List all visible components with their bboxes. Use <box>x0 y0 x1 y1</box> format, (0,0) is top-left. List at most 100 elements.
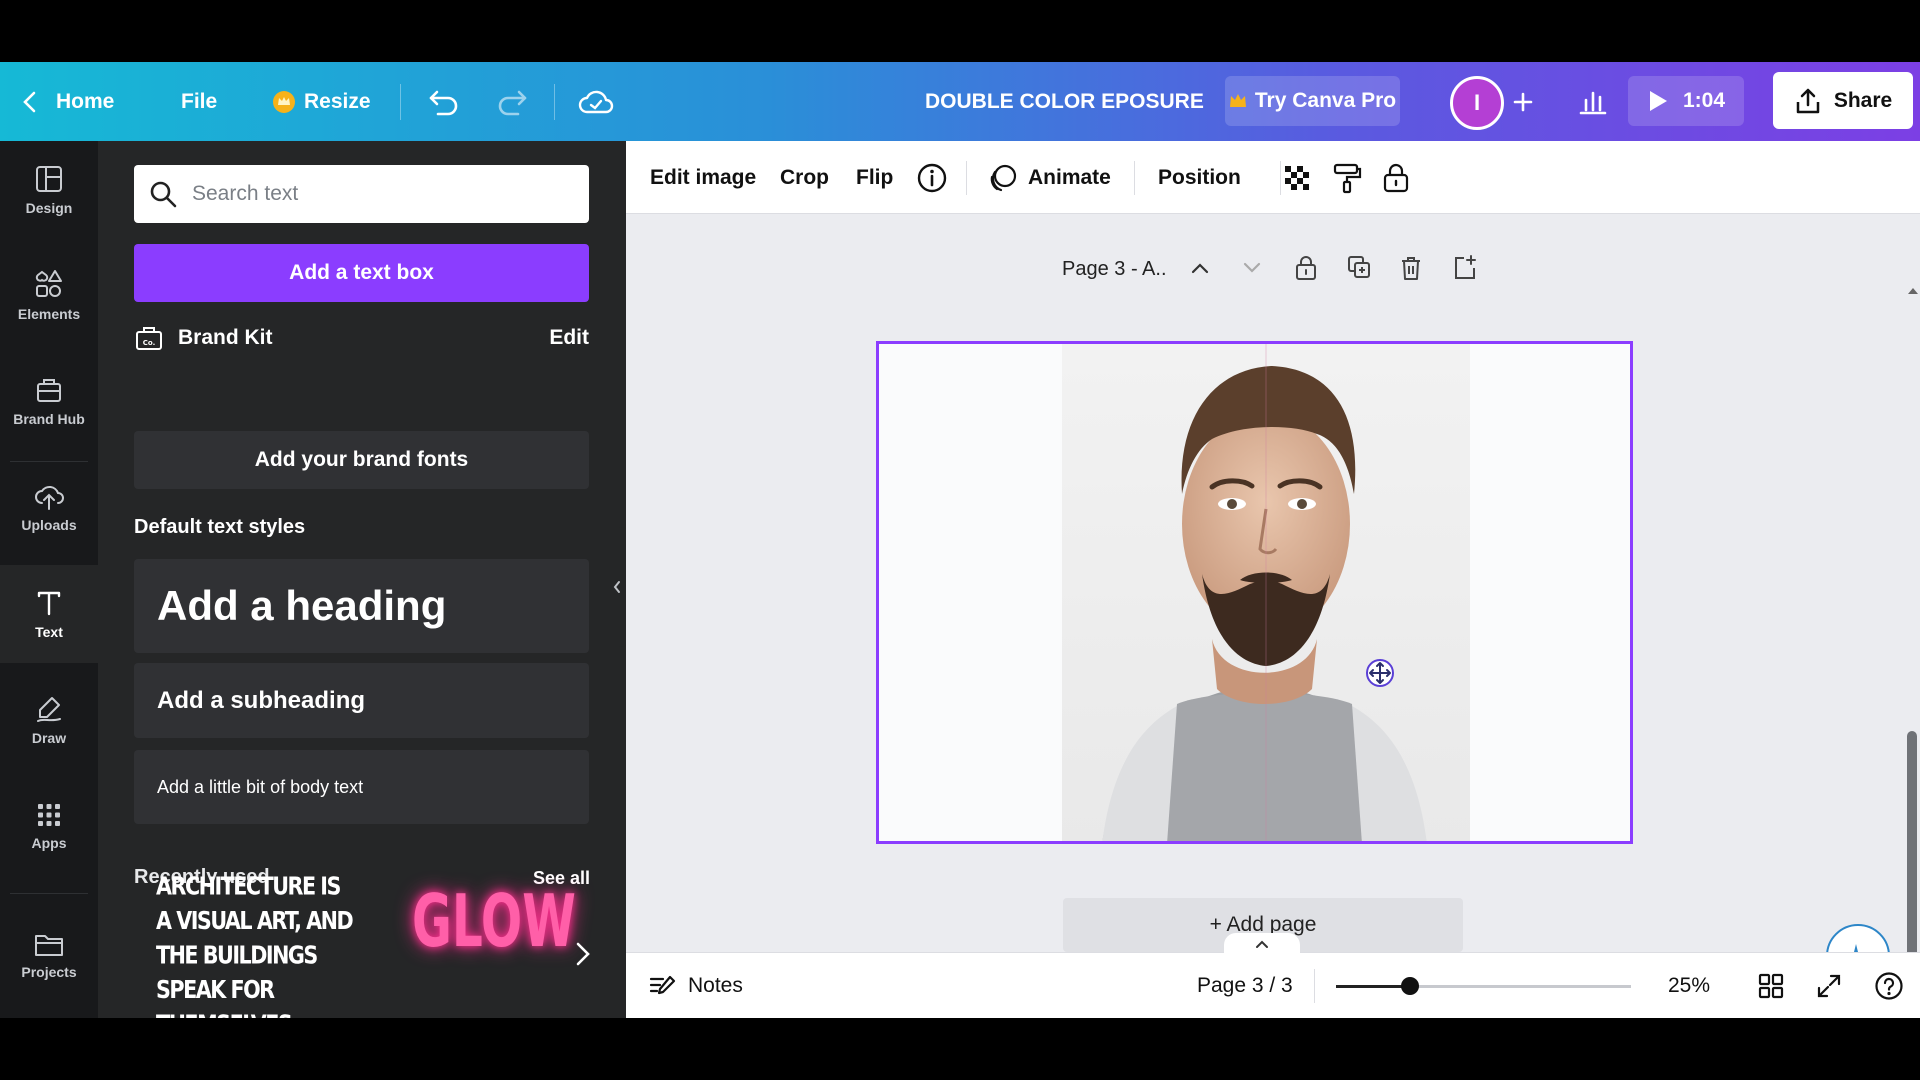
brand-kit-edit-link[interactable]: Edit <box>549 326 589 350</box>
rail-item-uploads[interactable]: Uploads <box>0 458 98 556</box>
body-text-label: Add a little bit of body text <box>157 776 364 797</box>
grid-view-icon <box>1758 973 1784 999</box>
divider <box>1314 969 1315 1003</box>
page-title-label[interactable]: Page 3 - A.. <box>1062 258 1167 281</box>
info-icon <box>917 163 947 192</box>
document-title[interactable]: DOUBLE COLOR EPOSURE <box>925 62 1204 141</box>
info-button[interactable] <box>916 141 948 214</box>
scroll-up-arrow[interactable] <box>1907 283 1919 301</box>
divider <box>554 84 555 120</box>
letterbox-bottom <box>0 1018 1920 1080</box>
crop-button[interactable]: Crop <box>780 141 829 214</box>
redo-icon <box>498 90 527 115</box>
page-move-down-button[interactable] <box>1240 256 1264 285</box>
notes-button[interactable]: Notes <box>648 953 743 1018</box>
rail-label: Projects <box>21 964 77 980</box>
present-button[interactable]: 1:04 <box>1628 76 1744 126</box>
fullscreen-button[interactable] <box>1816 953 1842 1018</box>
rail-item-design[interactable]: Design <box>0 141 98 239</box>
crown-icon <box>1229 94 1246 107</box>
canvas-area: Edit image Crop Flip Animate Position Pa… <box>626 141 1920 1018</box>
edit-image-button[interactable]: Edit image <box>650 141 756 214</box>
file-menu[interactable]: File <box>181 62 217 141</box>
vertical-scrollbar[interactable] <box>1907 731 1917 971</box>
divider <box>1134 161 1135 195</box>
zoom-slider-handle[interactable] <box>1401 977 1419 995</box>
portrait-image[interactable] <box>1062 344 1470 841</box>
cloud-upload-icon <box>35 486 64 510</box>
portrait-man-illustration <box>1102 344 1427 841</box>
edit-image-label: Edit image <box>650 165 757 189</box>
rail-item-elements[interactable]: Elements <box>0 246 98 344</box>
rail-label: Draw <box>31 730 67 746</box>
search-text-input[interactable]: Search text <box>134 165 589 223</box>
share-button[interactable]: Share <box>1773 72 1913 129</box>
page-duplicate-button[interactable] <box>1346 254 1372 285</box>
file-label: File <box>181 89 218 113</box>
heading-label: Add a heading <box>157 582 447 629</box>
rail-label: Uploads <box>21 517 77 533</box>
resize-button[interactable]: Resize <box>272 62 371 141</box>
analytics-button[interactable] <box>1578 62 1608 141</box>
play-icon <box>1649 91 1667 111</box>
divider <box>1280 161 1281 195</box>
pen-icon <box>37 697 61 722</box>
add-text-box-label: Add a text box <box>289 261 434 284</box>
page-add-button[interactable] <box>1452 253 1478 286</box>
undo-button[interactable] <box>428 62 460 141</box>
page-move-up-button[interactable] <box>1188 256 1212 285</box>
page-indicator[interactable]: Page 3 / 3 <box>1197 953 1293 1018</box>
animate-button[interactable]: Animate <box>988 141 1111 214</box>
undo-icon <box>429 90 458 115</box>
redo-button[interactable] <box>496 62 528 141</box>
flip-button[interactable]: Flip <box>856 141 893 214</box>
chevron-up-icon <box>1191 263 1209 274</box>
add-brand-fonts-button[interactable]: Add your brand fonts <box>134 431 589 489</box>
zoom-percent-button[interactable]: 25% <box>1668 953 1710 1018</box>
rail-label: Apps <box>31 835 67 851</box>
context-toolbar: Edit image Crop Flip Animate Position <box>626 141 1920 214</box>
page-delete-button[interactable] <box>1399 254 1423 287</box>
divider <box>966 161 967 195</box>
lock-icon <box>1296 256 1316 280</box>
rail-item-brand-hub[interactable]: Brand Hub <box>0 352 98 450</box>
briefcase-icon <box>37 379 61 402</box>
lock-button[interactable] <box>1382 141 1410 214</box>
cloud-check-icon <box>578 90 614 113</box>
add-subheading-button[interactable]: Add a subheading <box>134 663 589 738</box>
divider <box>10 893 88 894</box>
recent-text-architecture[interactable]: ARCHITECTURE IS A VISUAL ART, AND THE BU… <box>156 870 356 1018</box>
add-body-text-button[interactable]: Add a little bit of body text <box>134 750 589 824</box>
grid-view-button[interactable] <box>1758 953 1784 1018</box>
document-title-text: DOUBLE COLOR EPOSURE <box>925 89 1204 113</box>
transparency-button[interactable] <box>1282 141 1312 214</box>
notes-label: Notes <box>688 974 743 997</box>
rail-item-text[interactable]: Text <box>0 565 98 663</box>
design-page[interactable] <box>876 341 1633 844</box>
avatar[interactable]: I <box>1450 76 1504 130</box>
home-button[interactable]: Home <box>22 62 114 141</box>
rail-item-projects[interactable]: Projects <box>0 906 98 1004</box>
transparency-icon <box>1285 165 1309 190</box>
help-button[interactable] <box>1874 953 1904 1018</box>
move-handle[interactable] <box>1365 658 1395 693</box>
zoom-slider[interactable] <box>1336 977 1631 995</box>
add-text-box-button[interactable]: Add a text box <box>134 244 589 302</box>
duplicate-icon <box>1348 256 1370 278</box>
crown-icon <box>273 90 295 113</box>
copy-style-button[interactable] <box>1332 141 1362 214</box>
caret-up-icon <box>1908 288 1918 294</box>
recent-text-glow[interactable]: GLOW <box>412 879 576 963</box>
text-panel: Search text Add a text box Co. Brand Kit… <box>98 141 626 1018</box>
rail-item-draw[interactable]: Draw <box>0 671 98 769</box>
animate-icon <box>990 164 1017 191</box>
save-status-button[interactable] <box>578 62 614 141</box>
add-collaborator-button[interactable] <box>1512 62 1534 141</box>
expand-notes-tab[interactable] <box>1224 933 1300 955</box>
rail-item-apps[interactable]: Apps <box>0 777 98 875</box>
recent-next-button[interactable] <box>574 941 592 972</box>
add-heading-button[interactable]: Add a heading <box>134 559 589 653</box>
position-button[interactable]: Position <box>1158 141 1241 214</box>
page-lock-button[interactable] <box>1294 254 1318 287</box>
try-canva-pro-button[interactable]: Try Canva Pro <box>1225 76 1400 126</box>
